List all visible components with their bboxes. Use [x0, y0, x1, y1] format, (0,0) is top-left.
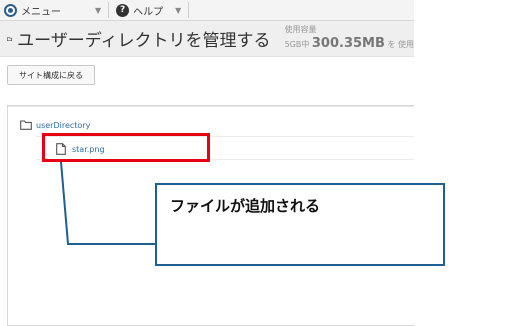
main-menu[interactable]: メニュー ▼ — [0, 0, 105, 20]
usage-amount: 300.35MB — [311, 36, 385, 52]
usage-quota: 5GB中 — [284, 40, 310, 50]
help-menu[interactable]: ? ヘルプ ▼ — [112, 0, 185, 20]
help-icon: ? — [116, 3, 130, 17]
back-to-site-button[interactable]: サイト構成に戻る — [7, 65, 95, 85]
usage-label: 使用容量 — [284, 24, 317, 34]
folder-icon — [20, 120, 32, 130]
help-menu-label: ヘルプ — [133, 6, 164, 18]
menu-icon — [4, 3, 17, 17]
menu-divider — [188, 2, 190, 18]
highlight-box — [42, 133, 210, 162]
usage-suffix: を 使用 — [387, 40, 414, 50]
page-title: ユーザーディレクトリを管理する — [17, 31, 271, 51]
tree-item-directory[interactable]: userDirectory — [20, 120, 90, 130]
storage-usage: 使用容量 5GB中 300.35MB を 使用 — [284, 24, 414, 52]
page-header: ユーザーディレクトリを管理する 使用容量 5GB中 300.35MB を 使用 — [0, 21, 414, 57]
panel-divider — [8, 106, 414, 107]
chevron-down-icon: ▼ — [175, 5, 182, 15]
directory-name: userDirectory — [36, 120, 91, 130]
chevron-down-icon: ▼ — [95, 5, 102, 15]
callout-text: ファイルが追加される — [170, 197, 321, 215]
main-menu-label: メニュー — [21, 6, 61, 18]
folder-icon — [7, 36, 12, 41]
top-menu-bar: メニュー ▼ ? ヘルプ ▼ — [0, 0, 414, 21]
menu-divider — [108, 2, 110, 18]
